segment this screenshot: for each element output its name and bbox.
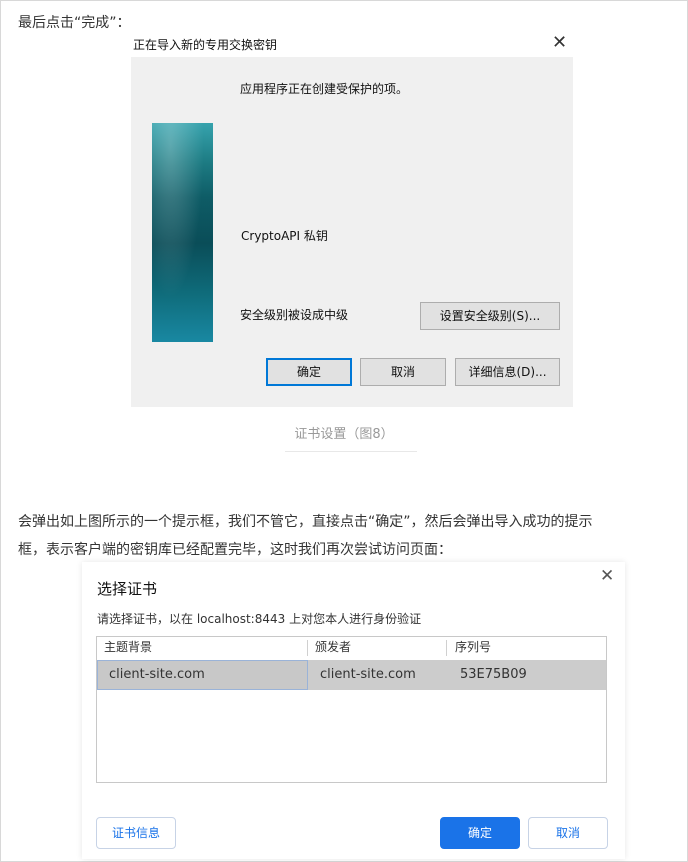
cancel-button[interactable]: 取消 (528, 817, 608, 849)
key-illustration-image (152, 123, 213, 342)
cell-issuer: client-site.com (320, 667, 416, 682)
cell-serial: 53E75B09 (460, 667, 527, 682)
details-button[interactable]: 详细信息(D)... (455, 358, 560, 386)
cert-dialog-subtitle: 请选择证书，以在 localhost:8443 上对您本人进行身份验证 (97, 612, 422, 626)
cancel-button[interactable]: 取消 (360, 358, 446, 386)
ok-button[interactable]: 确定 (266, 358, 352, 386)
figure-caption: 证书设置（图8） (294, 427, 394, 442)
paragraph-line: 会弹出如上图所示的一个提示框，我们不管它，直接点击“确定”，然后会弹出导入成功的… (18, 514, 593, 530)
paragraph-line: 框，表示客户端的密钥库已经配置完毕，这时我们再次尝试访问页面： (18, 542, 452, 558)
key-label: CryptoAPI 私钥 (241, 229, 328, 243)
close-icon[interactable]: ✕ (600, 566, 614, 586)
set-security-level-button[interactable]: 设置安全级别(S)... (420, 302, 560, 330)
import-dialog-title: 正在导入新的专用交换密钥 (133, 38, 278, 52)
close-icon[interactable]: ✕ (552, 33, 567, 53)
certificate-table (96, 636, 607, 783)
import-dialog-message: 应用程序正在创建受保护的项。 (240, 82, 409, 96)
certificate-info-button[interactable]: 证书信息 (96, 817, 176, 849)
ok-button[interactable]: 确定 (440, 817, 520, 849)
security-level-text: 安全级别被设成中级 (240, 308, 349, 322)
column-divider (307, 640, 308, 656)
column-divider (446, 640, 447, 656)
caption-divider (285, 451, 417, 452)
column-header-serial[interactable]: 序列号 (455, 638, 491, 655)
cert-dialog-title: 选择证书 (97, 580, 158, 598)
column-header-subject[interactable]: 主题背景 (104, 638, 152, 655)
column-header-issuer[interactable]: 颁发者 (315, 638, 351, 655)
cell-subject: client-site.com (109, 667, 205, 682)
intro-text: 最后点击“完成”： (18, 15, 131, 31)
article-paragraph: 会弹出如上图所示的一个提示框，我们不管它，直接点击“确定”，然后会弹出导入成功的… (18, 508, 678, 564)
